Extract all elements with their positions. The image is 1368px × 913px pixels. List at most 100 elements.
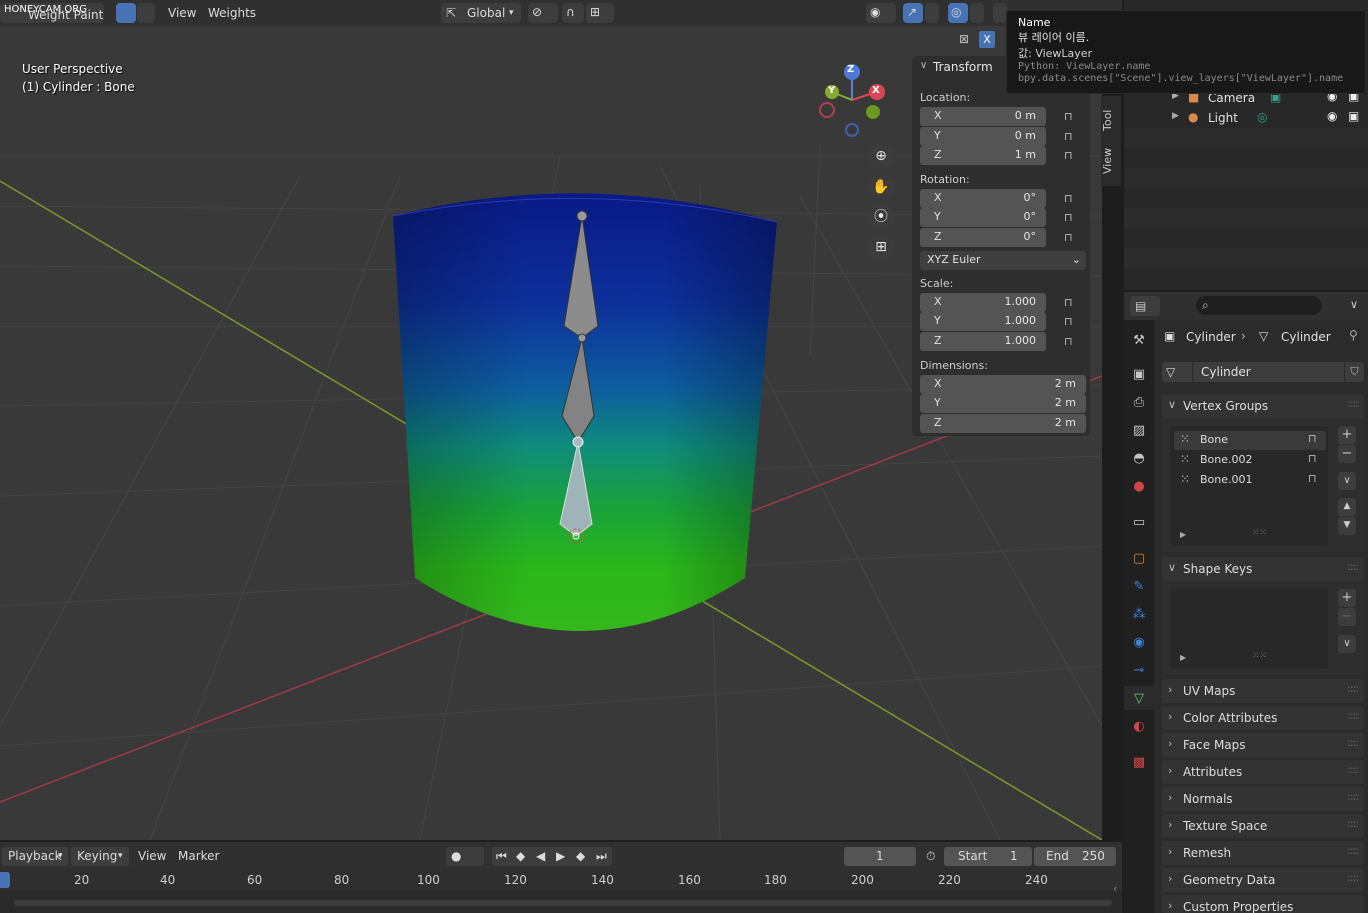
horizontal-scrollbar[interactable]: [14, 900, 1112, 906]
rotation-x-field[interactable]: X 0°: [920, 189, 1046, 208]
ortho-grid-icon[interactable]: ⊞: [868, 234, 894, 260]
expand-arrow-icon[interactable]: ▶: [1180, 653, 1186, 662]
texture-space-panel-header[interactable]: › Texture Space::::: [1162, 814, 1364, 838]
play-icon[interactable]: ▶: [556, 847, 565, 866]
tab-view[interactable]: View: [1101, 146, 1121, 176]
dimensions-x-field[interactable]: X 2 m: [920, 375, 1086, 394]
lock-icon[interactable]: ⊓: [1064, 192, 1076, 205]
geometry-data-panel-header[interactable]: › Geometry Data::::: [1162, 868, 1364, 892]
view-layer-tab-icon[interactable]: ▨: [1130, 422, 1148, 440]
location-x-field[interactable]: X 0 m: [920, 107, 1046, 126]
add-vertex-group-button[interactable]: +: [1338, 426, 1356, 444]
pivot-dropdown[interactable]: ⊘: [528, 3, 558, 23]
stopwatch-icon[interactable]: ⏱: [926, 847, 935, 866]
drag-grip-icon[interactable]: ::::: [1347, 682, 1359, 695]
mesh-browse-button[interactable]: ▽: [1162, 362, 1192, 382]
keying-menu[interactable]: Keying ▾: [71, 847, 129, 866]
custom-properties-panel-header[interactable]: › Custom Properties: [1162, 895, 1364, 913]
gizmo-x-label[interactable]: X: [872, 85, 880, 96]
location-z-field[interactable]: Z 1 m: [920, 146, 1046, 165]
render-tab-icon[interactable]: ▣: [1130, 366, 1148, 384]
jump-keyframe-back-icon[interactable]: ◆: [516, 847, 525, 866]
shape-keys-panel-header[interactable]: ∨ Shape Keys ::::: [1162, 557, 1364, 581]
vertex-group-specials-button[interactable]: ∨: [1338, 472, 1356, 490]
remove-vertex-group-button[interactable]: −: [1338, 445, 1356, 463]
output-tab-icon[interactable]: ⎙: [1130, 394, 1148, 412]
shape-keys-list[interactable]: [1170, 589, 1328, 669]
tab-tool[interactable]: Tool: [1101, 104, 1121, 136]
resize-grip-icon[interactable]: ⁙⁙: [1252, 651, 1267, 661]
current-frame-field[interactable]: 1: [844, 847, 916, 866]
vertex-group-item[interactable]: ⁙ Bone.002 ⊓: [1174, 451, 1326, 470]
pan-hand-icon[interactable]: ✋: [868, 174, 894, 200]
jump-end-icon[interactable]: ⏭: [596, 847, 607, 866]
physics-tab-icon[interactable]: ◉: [1130, 634, 1148, 652]
color-attributes-panel-header[interactable]: › Color Attributes::::: [1162, 706, 1364, 730]
overlay-toggle[interactable]: ◎: [948, 3, 968, 23]
face-maps-panel-header[interactable]: › Face Maps::::: [1162, 733, 1364, 757]
mesh-name-field[interactable]: Cylinder: [1193, 362, 1344, 382]
tool-tab-icon[interactable]: ⚒: [1130, 332, 1148, 350]
timeline-area[interactable]: 20 40 60 80 100 120 140 160 180 200 220 …: [0, 870, 1122, 913]
scale-y-field[interactable]: Y 1.000: [920, 312, 1046, 331]
outliner-item-light[interactable]: ▶ ● Light ◎ ◉ ▣: [1124, 108, 1368, 128]
world-tab-icon[interactable]: ●: [1130, 478, 1148, 496]
location-y-field[interactable]: Y 0 m: [920, 127, 1046, 146]
constraints-tab-icon[interactable]: ⊸: [1130, 662, 1148, 680]
modifier-wrench-icon[interactable]: ✎: [1130, 578, 1148, 596]
lock-icon[interactable]: ⊓: [1064, 296, 1076, 309]
dimensions-y-field[interactable]: Y 2 m: [920, 394, 1086, 413]
rotation-z-field[interactable]: Z 0°: [920, 228, 1046, 247]
rotation-y-field[interactable]: Y 0°: [920, 208, 1046, 227]
drag-grip-icon[interactable]: ::::: [1347, 871, 1359, 884]
normals-panel-header[interactable]: › Normals::::: [1162, 787, 1364, 811]
gizmo-toggle[interactable]: ↗: [903, 3, 923, 23]
orientation-dropdown[interactable]: ⇱ Global ▾: [441, 3, 521, 23]
lock-icon[interactable]: ⊓: [1064, 110, 1076, 123]
attributes-panel-header[interactable]: › Attributes::::: [1162, 760, 1364, 784]
uv-maps-panel-header[interactable]: › UV Maps::::: [1162, 679, 1364, 703]
menu-marker[interactable]: Marker: [178, 847, 219, 866]
lock-icon[interactable]: ⊓: [1064, 231, 1076, 244]
overlay-dropdown[interactable]: [970, 3, 984, 23]
collapse-arrow-icon[interactable]: ‹: [1113, 882, 1117, 895]
vertex-group-item[interactable]: ⁙ Bone.001 ⊓: [1174, 471, 1326, 490]
editor-type-dropdown[interactable]: ▤: [1130, 296, 1160, 316]
start-frame-field[interactable]: Start 1: [944, 847, 1032, 866]
lock-icon[interactable]: ⊓: [1064, 211, 1076, 224]
material-tab-icon[interactable]: ◐: [1130, 718, 1148, 736]
mesh-data-tab-icon[interactable]: ▽: [1130, 690, 1148, 708]
object-tab-icon[interactable]: ▢: [1130, 550, 1148, 568]
breadcrumb-object[interactable]: Cylinder: [1186, 330, 1236, 344]
xray-toggle[interactable]: [993, 3, 1007, 23]
snap-toggle[interactable]: ∩: [562, 3, 584, 23]
visibility-dropdown[interactable]: ◉: [866, 3, 896, 23]
playhead-marker[interactable]: [0, 872, 10, 888]
lock-icon[interactable]: ⊓: [1064, 149, 1076, 162]
menu-weights[interactable]: Weights: [208, 4, 256, 22]
drag-grip-icon[interactable]: ::::: [1347, 790, 1359, 803]
jump-start-icon[interactable]: ⏮: [496, 847, 507, 866]
pin-icon[interactable]: ⚲: [1349, 328, 1358, 342]
add-shape-key-button[interactable]: +: [1338, 589, 1356, 607]
fake-user-shield-icon[interactable]: ⛉: [1345, 362, 1364, 382]
expand-arrow-icon[interactable]: ▶: [1172, 111, 1179, 121]
scale-x-field[interactable]: X 1.000: [920, 293, 1046, 312]
lock-icon[interactable]: ⊓: [1064, 315, 1076, 328]
remove-shape-key-button[interactable]: −: [1338, 608, 1356, 626]
gizmo-z-label[interactable]: Z: [847, 64, 854, 75]
lock-icon[interactable]: ⊓: [1064, 130, 1076, 143]
collection-tab-icon[interactable]: ▭: [1130, 514, 1148, 532]
vertex-groups-panel-header[interactable]: ∨ Vertex Groups ::::: [1162, 394, 1364, 418]
breadcrumb-mesh[interactable]: Cylinder: [1281, 330, 1331, 344]
auto-keying-toggle[interactable]: ●: [446, 847, 484, 866]
select-mode-1-button[interactable]: [116, 3, 136, 23]
playback-menu[interactable]: Playback ▾: [2, 847, 68, 866]
mirror-x-button[interactable]: X: [979, 31, 995, 48]
vertex-group-item[interactable]: ⁙ Bone ⊓: [1174, 431, 1326, 450]
drag-grip-icon[interactable]: ::::: [1347, 844, 1359, 857]
snap-dropdown[interactable]: ⊞: [586, 3, 614, 23]
camera-view-icon[interactable]: ⦿: [868, 204, 894, 230]
expand-arrow-icon[interactable]: ▶: [1180, 530, 1186, 539]
particles-tab-icon[interactable]: ⁂: [1130, 606, 1148, 624]
